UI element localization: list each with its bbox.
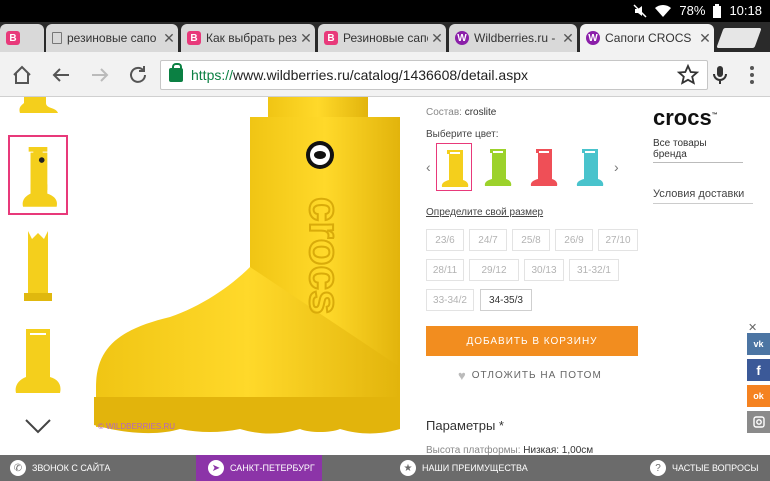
size-option[interactable]: 26/9 — [555, 229, 593, 251]
browser-tab[interactable]: B Резиновые сапо ✕ — [318, 24, 446, 52]
color-swatches: ‹ › — [426, 143, 626, 191]
save-for-later-button[interactable]: ♥ ОТЛОЖИТЬ НА ПОТОМ — [458, 368, 602, 383]
parameters-heading: Параметры * — [426, 418, 504, 433]
odnoklassniki-icon[interactable]: ok — [747, 385, 770, 407]
product-thumbnail[interactable] — [8, 227, 68, 307]
product-thumbnail-selected[interactable] — [8, 135, 68, 215]
back-arrow-icon[interactable] — [49, 63, 73, 87]
size-guide-link[interactable]: Определите свой размер — [426, 207, 543, 218]
size-option[interactable]: 29/12 — [469, 259, 519, 281]
size-option[interactable]: 24/7 — [469, 229, 507, 251]
color-swatch-green[interactable] — [480, 143, 516, 191]
wildberries-b-icon: B — [6, 31, 20, 45]
browser-tab[interactable]: W Wildberries.ru - Ч ✕ — [449, 24, 577, 52]
tab-strip: B резиновые сапо ✕ B Как выбрать рез ✕ B… — [0, 22, 770, 52]
address-bar[interactable]: https://www.wildberries.ru/catalog/14366… — [160, 60, 708, 90]
add-to-cart-button[interactable]: ДОБАВИТЬ В КОРЗИНУ — [426, 326, 638, 356]
battery-percent: 78% — [679, 3, 706, 18]
brand-logo[interactable]: crocs™ — [653, 105, 718, 131]
delivery-terms-link[interactable]: Условия доставки — [653, 187, 753, 204]
size-option[interactable]: 28/11 — [426, 259, 464, 281]
browser-tab-active[interactable]: W Сапоги CROCS ✕ — [580, 24, 714, 52]
chevron-right-icon[interactable]: › — [614, 159, 619, 175]
vk-icon[interactable]: vk — [747, 333, 770, 355]
close-tab-icon[interactable]: ✕ — [696, 30, 714, 47]
size-option[interactable]: 25/8 — [512, 229, 550, 251]
faq-button[interactable]: ? ЧАСТЫЕ ВОПРОСЫ — [570, 455, 770, 481]
close-tab-icon[interactable]: ✕ — [297, 30, 315, 47]
image-watermark: © WILDBERRIES.RU — [98, 422, 176, 431]
benefits-button[interactable]: ★ НАШИ ПРЕИМУЩЕСТВА — [322, 455, 570, 481]
phone-icon: ✆ — [10, 460, 26, 476]
wildberries-w-icon: W — [586, 31, 600, 45]
platform-height: Высота платформы: Низкая: 1,00см — [426, 445, 594, 455]
home-icon[interactable] — [10, 63, 34, 87]
facebook-icon[interactable]: f — [747, 359, 770, 381]
close-tab-icon[interactable]: ✕ — [559, 30, 577, 47]
forward-arrow-icon[interactable] — [88, 63, 112, 87]
product-thumbnail[interactable] — [8, 97, 68, 117]
browser-tab[interactable]: резиновые сапо ✕ — [46, 24, 178, 52]
clock: 10:18 — [729, 3, 762, 18]
menu-kebab-icon[interactable] — [740, 63, 764, 87]
microphone-icon[interactable] — [708, 63, 732, 87]
wildberries-w-icon: W — [455, 31, 469, 45]
browser-toolbar: https://www.wildberries.ru/catalog/14366… — [0, 52, 770, 97]
color-swatch-turquoise[interactable] — [572, 143, 608, 191]
size-option[interactable]: 23/6 — [426, 229, 464, 251]
size-option[interactable]: 30/13 — [524, 259, 564, 281]
bookmark-star-icon[interactable] — [676, 63, 700, 87]
product-page: crocs © WILDBERRIES.RU Состав: croslite … — [0, 97, 770, 455]
color-label: Выберите цвет: — [426, 129, 499, 140]
size-option[interactable]: 27/10 — [598, 229, 638, 251]
callback-button[interactable]: ✆ ЗВОНОК С САЙТА — [0, 455, 196, 481]
color-swatch-yellow[interactable] — [436, 143, 472, 191]
wildberries-b-icon: B — [324, 31, 338, 45]
size-option[interactable]: 34-35/3 — [480, 289, 532, 311]
browser-tab[interactable]: B — [0, 24, 44, 52]
composition: Состав: croslite — [426, 107, 497, 118]
heart-icon: ♥ — [458, 368, 467, 383]
color-swatch-red[interactable] — [526, 143, 562, 191]
size-option[interactable]: 31-32/1 — [569, 259, 619, 281]
close-tab-icon[interactable]: ✕ — [428, 30, 446, 47]
boot-embossed-logo: crocs — [300, 197, 349, 314]
mute-icon — [633, 3, 647, 18]
instagram-icon[interactable] — [747, 411, 770, 433]
url-text: www.wildberries.ru/catalog/1436608/detai… — [233, 67, 528, 83]
browser-tab[interactable]: B Как выбрать рез ✕ — [181, 24, 315, 52]
wifi-icon — [655, 4, 672, 17]
document-icon — [52, 32, 62, 44]
wildberries-b-icon: B — [187, 31, 201, 45]
star-icon: ★ — [400, 460, 416, 476]
chevron-left-icon[interactable]: ‹ — [426, 159, 431, 175]
question-icon: ? — [650, 460, 666, 476]
location-arrow-icon: ➤ — [208, 460, 224, 476]
size-option[interactable]: 33-34/2 — [426, 289, 474, 311]
main-product-image: crocs — [94, 97, 400, 434]
android-status-bar: 78% 10:18 — [0, 0, 770, 22]
url-scheme: https:// — [191, 67, 234, 83]
bottom-bar: ✆ ЗВОНОК С САЙТА ➤ САНКТ-ПЕТЕРБУРГ ★ НАШ… — [0, 455, 770, 481]
all-brand-goods-link[interactable]: Все товары бренда — [653, 138, 743, 163]
battery-icon — [713, 3, 722, 18]
reload-icon[interactable] — [126, 63, 150, 87]
city-selector[interactable]: ➤ САНКТ-ПЕТЕРБУРГ — [196, 455, 322, 481]
close-tab-icon[interactable]: ✕ — [160, 30, 178, 47]
chevron-down-icon[interactable] — [25, 419, 51, 435]
product-thumbnail[interactable] — [8, 319, 68, 399]
new-tab-button[interactable] — [716, 28, 762, 48]
lock-icon — [169, 63, 183, 82]
